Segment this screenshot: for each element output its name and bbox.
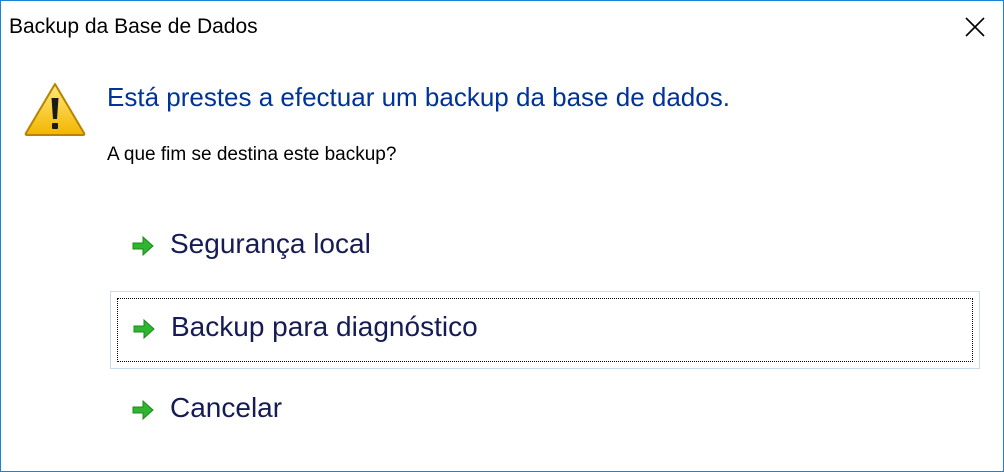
title-bar: Backup da Base de Dados [1, 1, 1003, 55]
green-arrow-icon [132, 235, 154, 257]
main-instruction: Está prestes a efectuar um backup da bas… [107, 82, 730, 112]
backup-dialog: Backup da Base de Dados Está prestes a e… [0, 0, 1004, 472]
warning-icon [24, 83, 86, 136]
content-question: A que fim se destina este backup? [107, 144, 397, 165]
option-cancelar[interactable]: Cancelar [110, 373, 980, 451]
close-icon [965, 17, 985, 37]
green-arrow-icon [133, 318, 155, 340]
option-seguranca-local[interactable]: Segurança local [110, 209, 980, 287]
close-button[interactable] [945, 1, 1003, 53]
green-arrow-icon [132, 399, 154, 421]
option-label: Backup para diagnóstico [171, 311, 478, 342]
option-label: Segurança local [170, 228, 371, 259]
option-label: Cancelar [170, 392, 283, 423]
option-backup-diagnostico[interactable]: Backup para diagnóstico [110, 291, 980, 369]
window-title: Backup da Base de Dados [9, 15, 258, 38]
